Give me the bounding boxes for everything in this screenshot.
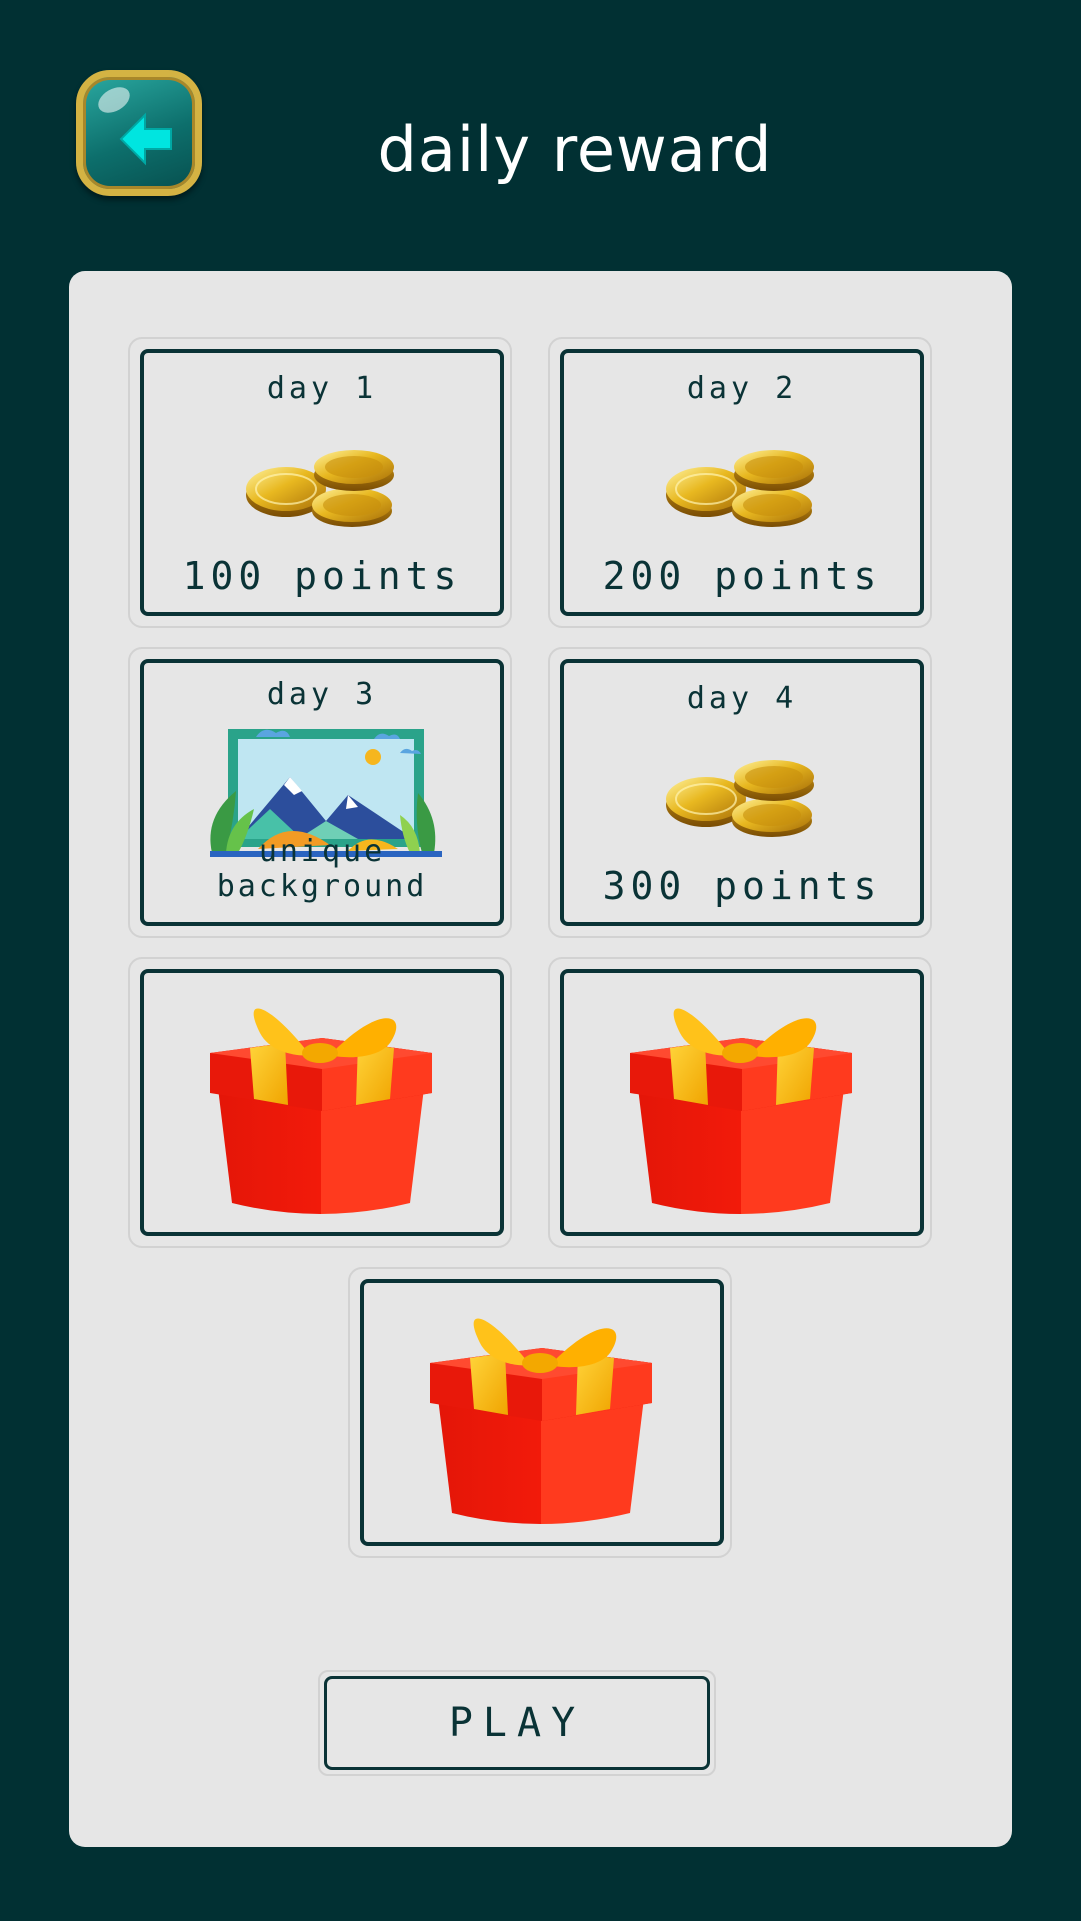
gold-coins-icon bbox=[662, 751, 822, 841]
reward-card[interactable]: day 2 200 points bbox=[560, 349, 924, 616]
day-label: day 4 bbox=[686, 681, 798, 716]
day-label: day 3 bbox=[266, 677, 378, 712]
gold-coins-icon bbox=[662, 441, 822, 531]
reward-slot-mystery bbox=[348, 1267, 732, 1558]
back-arrow-icon bbox=[119, 112, 172, 166]
reward-card[interactable] bbox=[360, 1279, 724, 1546]
reward-amount: unique background bbox=[216, 834, 428, 904]
reward-slot-mystery bbox=[128, 957, 512, 1248]
play-button-frame: PLAY bbox=[318, 1670, 716, 1776]
reward-card[interactable] bbox=[560, 969, 924, 1236]
day-label: day 1 bbox=[266, 371, 378, 406]
reward-slot-day-1: day 1 100 points bbox=[128, 337, 512, 628]
gift-box-icon bbox=[630, 993, 860, 1223]
reward-slot-day-3: day 3 unique background bbox=[128, 647, 512, 938]
reward-slot-day-2: day 2 200 points bbox=[548, 337, 932, 628]
day-label: day 2 bbox=[686, 371, 798, 406]
gift-box-icon bbox=[210, 993, 440, 1223]
rewards-panel: day 1 100 points day 2 200 points day 3 bbox=[69, 271, 1012, 1847]
gold-coins-icon bbox=[242, 441, 402, 531]
reward-slot-day-4: day 4 300 points bbox=[548, 647, 932, 938]
page-title: daily reward bbox=[377, 113, 773, 186]
reward-card[interactable]: day 1 100 points bbox=[140, 349, 504, 616]
gift-box-icon bbox=[430, 1303, 660, 1533]
reward-card[interactable] bbox=[140, 969, 504, 1236]
play-button[interactable]: PLAY bbox=[324, 1676, 710, 1770]
reward-card[interactable]: day 4 300 points bbox=[560, 659, 924, 926]
reward-slot-mystery bbox=[548, 957, 932, 1248]
reward-amount: 100 points bbox=[182, 554, 462, 598]
back-button[interactable] bbox=[76, 70, 202, 196]
reward-amount: 200 points bbox=[602, 554, 882, 598]
reward-amount: 300 points bbox=[602, 864, 882, 908]
reward-card[interactable]: day 3 unique background bbox=[140, 659, 504, 926]
